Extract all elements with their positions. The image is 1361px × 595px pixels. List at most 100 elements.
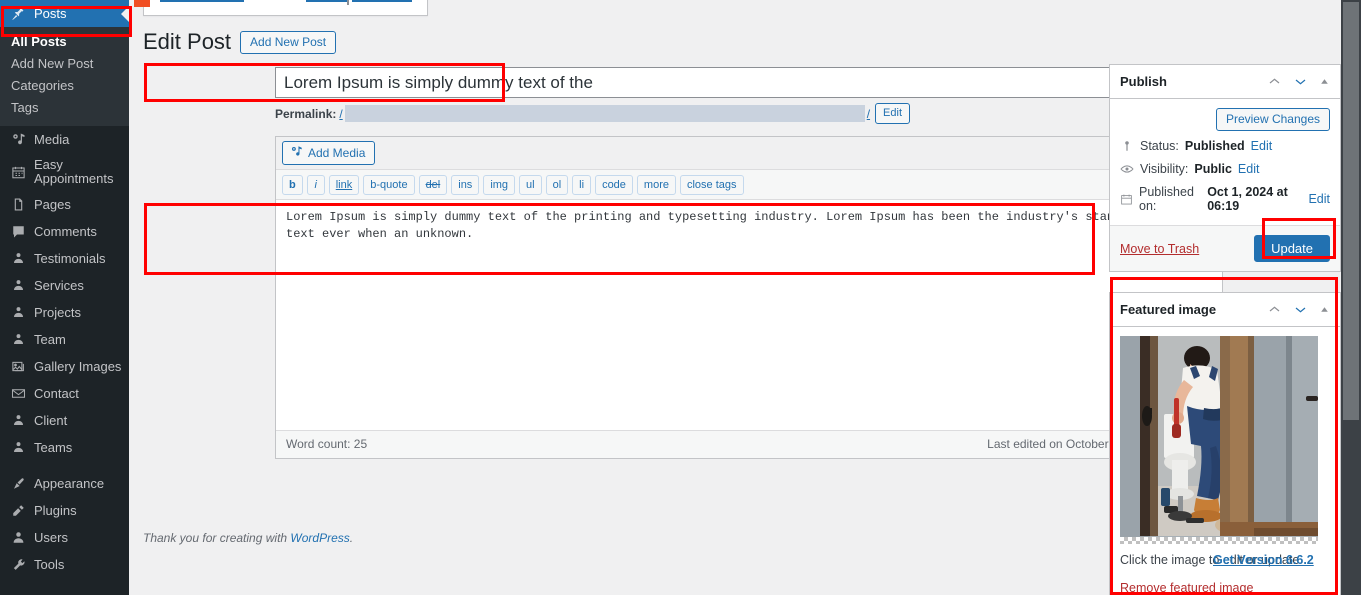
brush-icon bbox=[9, 475, 27, 493]
notice-link-line[interactable] bbox=[306, 0, 348, 2]
page-scrollbar-thumb[interactable] bbox=[1343, 2, 1359, 420]
update-button[interactable]: Update bbox=[1254, 235, 1330, 262]
add-media-label: Add Media bbox=[308, 146, 366, 160]
sidebar-item-plugins[interactable]: Plugins bbox=[0, 497, 129, 524]
sidebar-item-client[interactable]: Client bbox=[0, 407, 129, 434]
user-icon bbox=[9, 529, 27, 547]
chevron-up-icon[interactable] bbox=[1267, 302, 1282, 317]
notice-marker-icon bbox=[134, 0, 150, 7]
quicktag-ul[interactable]: ul bbox=[519, 174, 542, 195]
featured-image-body: Click the image to edit or update Get Ve… bbox=[1110, 327, 1340, 595]
eye-icon bbox=[1120, 162, 1134, 176]
quicktag-b-quote[interactable]: b-quote bbox=[363, 174, 415, 195]
published-value: Oct 1, 2024 at 06:19 bbox=[1207, 185, 1288, 213]
wordpress-link[interactable]: WordPress bbox=[290, 531, 349, 545]
admin-sidebar: Posts All Posts Add New Post Categories … bbox=[0, 0, 129, 595]
submenu-label: Add New Post bbox=[11, 56, 94, 71]
featured-image-controls bbox=[1267, 302, 1330, 317]
sidebar-item-contact[interactable]: Contact bbox=[0, 380, 129, 407]
quicktag-link[interactable]: link bbox=[328, 174, 360, 195]
sidebar-item-gallery-images[interactable]: Gallery Images bbox=[0, 353, 129, 380]
sidebar-item-services[interactable]: Services bbox=[0, 272, 129, 299]
featured-image-header: Featured image bbox=[1110, 293, 1340, 327]
sidebar-item-label: Gallery Images bbox=[34, 359, 122, 374]
sidebar-item-label: Teams bbox=[34, 440, 73, 455]
posts-submenu: All Posts Add New Post Categories Tags bbox=[0, 27, 129, 126]
person-icon bbox=[9, 250, 27, 268]
sidebar-item-easy-appointments[interactable]: Easy Appointments bbox=[0, 153, 129, 191]
sidebar-item-label: Testimonials bbox=[34, 251, 106, 266]
permalink-edit-button[interactable]: Edit bbox=[875, 103, 911, 124]
toggle-panel-icon[interactable] bbox=[1319, 304, 1330, 315]
sidebar-item-label: Plugins bbox=[34, 503, 77, 518]
submenu-label: Tags bbox=[11, 100, 39, 115]
published-label: Published on: bbox=[1139, 185, 1194, 213]
quicktag-li[interactable]: li bbox=[572, 174, 592, 195]
page-scrollbar-track[interactable] bbox=[1341, 0, 1361, 595]
quicktag-close-tags[interactable]: close tags bbox=[679, 174, 744, 195]
person-icon bbox=[9, 412, 27, 430]
sidebar-item-label: Posts bbox=[34, 6, 67, 21]
chevron-down-icon[interactable] bbox=[1293, 302, 1308, 317]
quicktag-more[interactable]: more bbox=[636, 174, 676, 195]
visibility-row: Visibility: Public Edit bbox=[1120, 162, 1330, 176]
remove-featured-image-link[interactable]: Remove featured image bbox=[1120, 581, 1253, 595]
admin-notice-partial bbox=[134, 0, 428, 16]
plumber-photo bbox=[1120, 336, 1318, 544]
sidebar-item-pages[interactable]: Pages bbox=[0, 191, 129, 218]
footer-credit-suffix: . bbox=[349, 531, 354, 545]
visibility-value: Public bbox=[1194, 162, 1232, 176]
notice-link-line[interactable] bbox=[352, 0, 412, 2]
quicktag-code[interactable]: code bbox=[595, 174, 633, 195]
featured-image-title: Featured image bbox=[1120, 302, 1217, 317]
sidebar-item-appearance[interactable]: Appearance bbox=[0, 470, 129, 497]
published-edit-link[interactable]: Edit bbox=[1308, 192, 1330, 206]
quicktag-ol[interactable]: ol bbox=[545, 174, 569, 195]
get-version-link[interactable]: Get Version 6.6.2 bbox=[1213, 553, 1314, 567]
post-content-textarea[interactable] bbox=[276, 200, 1222, 430]
sidebar-item-users[interactable]: Users bbox=[0, 524, 129, 551]
sidebar-item-posts[interactable]: Posts bbox=[0, 0, 129, 27]
submenu-item-all-posts[interactable]: All Posts bbox=[0, 31, 129, 53]
sidebar-item-tools[interactable]: Tools bbox=[0, 551, 129, 578]
move-to-trash-link[interactable]: Move to Trash bbox=[1120, 242, 1199, 256]
status-value: Published bbox=[1184, 139, 1245, 153]
permalink-slash[interactable]: / bbox=[339, 107, 342, 121]
submenu-item-tags[interactable]: Tags bbox=[0, 97, 129, 119]
sidebar-item-projects[interactable]: Projects bbox=[0, 299, 129, 326]
sidebar-item-testimonials[interactable]: Testimonials bbox=[0, 245, 129, 272]
sidebar-item-label: Client bbox=[34, 413, 68, 428]
sidebar-item-teams[interactable]: Teams bbox=[0, 434, 129, 461]
status-edit-link[interactable]: Edit bbox=[1251, 139, 1273, 153]
add-new-post-button[interactable]: Add New Post bbox=[240, 30, 337, 54]
sidebar-item-comments[interactable]: Comments bbox=[0, 218, 129, 245]
quicktag-del[interactable]: del bbox=[418, 174, 448, 195]
post-title-input[interactable] bbox=[275, 67, 1223, 98]
calendar-icon bbox=[9, 163, 27, 181]
quicktag-ins[interactable]: ins bbox=[451, 174, 480, 195]
page-header: Edit Post Add New Post bbox=[143, 28, 337, 57]
person-icon bbox=[9, 277, 27, 295]
quicktag-italic[interactable]: i bbox=[306, 174, 325, 195]
sidebar-item-team[interactable]: Team bbox=[0, 326, 129, 353]
add-media-button[interactable]: Add Media bbox=[282, 141, 376, 165]
quicktag-bold[interactable]: b bbox=[282, 174, 303, 195]
permalink-trailing-slash[interactable]: / bbox=[867, 107, 870, 121]
preview-changes-button[interactable]: Preview Changes bbox=[1215, 108, 1330, 131]
active-arrow-icon bbox=[121, 5, 129, 22]
sidebar-item-media[interactable]: Media bbox=[0, 126, 129, 153]
footer-credit-prefix: Thank you for creating with bbox=[143, 531, 291, 545]
notice-link-line[interactable] bbox=[160, 0, 244, 2]
featured-image-thumbnail[interactable] bbox=[1120, 336, 1318, 544]
chevron-up-icon[interactable] bbox=[1267, 74, 1282, 89]
media-icon bbox=[290, 145, 303, 161]
sidebar-item-label: Comments bbox=[34, 224, 97, 239]
toggle-panel-icon[interactable] bbox=[1319, 76, 1330, 87]
submenu-item-categories[interactable]: Categories bbox=[0, 75, 129, 97]
sidebar-item-label: Easy Appointments bbox=[34, 157, 114, 186]
quicktag-img[interactable]: img bbox=[483, 174, 516, 195]
visibility-edit-link[interactable]: Edit bbox=[1238, 162, 1260, 176]
page-title: Edit Post bbox=[143, 29, 232, 54]
submenu-item-add-new-post[interactable]: Add New Post bbox=[0, 53, 129, 75]
chevron-down-icon[interactable] bbox=[1293, 74, 1308, 89]
